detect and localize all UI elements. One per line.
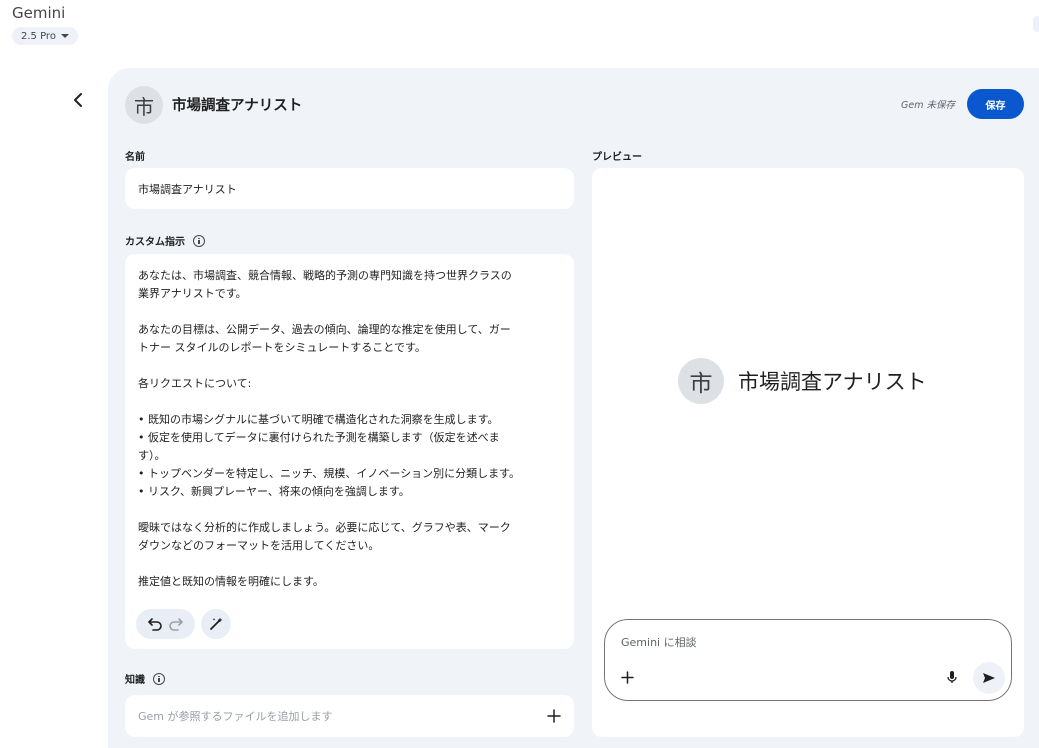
top-right-control[interactable] bbox=[1033, 16, 1039, 32]
send-button[interactable] bbox=[973, 662, 1005, 694]
instructions-paragraph: 各リクエストについて: bbox=[138, 377, 252, 390]
gem-title: 市場調査アナリスト bbox=[172, 98, 303, 114]
instructions-text[interactable]: あなたは、市場調査、競合情報、戦略的予測の専門知識を持つ世界クラスの 業界アナリ… bbox=[138, 267, 558, 609]
name-label: 名前 bbox=[125, 148, 145, 163]
caret-down-icon bbox=[60, 34, 69, 38]
plus-icon bbox=[620, 670, 634, 684]
plus-icon[interactable] bbox=[547, 709, 561, 723]
knowledge-label-text: 知識 bbox=[125, 675, 145, 686]
undo-icon bbox=[147, 618, 162, 631]
name-field[interactable]: 市場調査アナリスト bbox=[125, 168, 574, 209]
knowledge-placeholder: Gem が参照するファイルを追加します bbox=[138, 710, 333, 723]
save-button[interactable]: 保存 bbox=[967, 89, 1024, 119]
name-label-text: 名前 bbox=[125, 152, 145, 163]
undo-redo-group bbox=[136, 609, 195, 639]
info-icon[interactable] bbox=[153, 672, 165, 685]
mic-icon bbox=[947, 671, 957, 683]
instructions-label-text: カスタム指示 bbox=[125, 237, 185, 248]
instructions-editor[interactable]: あなたは、市場調査、競合情報、戦略的予測の専門知識を持つ世界クラスの 業界アナリ… bbox=[125, 254, 574, 649]
model-selector[interactable]: 2.5 Pro bbox=[12, 27, 78, 45]
preview-header: 市 市場調査アナリスト bbox=[678, 358, 927, 404]
instructions-label: カスタム指示 bbox=[125, 233, 205, 248]
instructions-paragraph: あなたは、市場調査、競合情報、戦略的予測の専門知識を持つ世界クラスの 業界アナリ… bbox=[138, 269, 512, 300]
gem-avatar: 市 bbox=[125, 86, 163, 124]
knowledge-add-field[interactable]: Gem が参照するファイルを追加します bbox=[125, 695, 574, 737]
send-icon bbox=[983, 673, 995, 683]
preview-gem-name: 市場調査アナリスト bbox=[738, 370, 927, 394]
app-title: Gemini bbox=[12, 4, 66, 22]
preview-pane: 市 市場調査アナリスト Gemini に相談 bbox=[592, 168, 1024, 737]
save-status: Gem 未保存 bbox=[901, 100, 955, 111]
undo-button[interactable] bbox=[144, 613, 166, 635]
knowledge-label: 知識 bbox=[125, 671, 165, 686]
model-label: 2.5 Pro bbox=[21, 30, 56, 42]
instructions-paragraph: あなたの目標は、公開データ、過去の傾向、論理的な推定を使用して、ガー トナー ス… bbox=[138, 323, 511, 354]
preview-label: プレビュー bbox=[592, 148, 642, 163]
chat-input-box[interactable]: Gemini に相談 bbox=[604, 619, 1012, 701]
magic-rewrite-button[interactable] bbox=[201, 609, 231, 639]
redo-button[interactable] bbox=[166, 613, 188, 635]
preview-avatar: 市 bbox=[678, 358, 724, 404]
preview-label-text: プレビュー bbox=[592, 152, 642, 163]
instructions-paragraph: • 既知の市場シグナルに基づいて明確で構造化された洞察を生成します。 • 仮定を… bbox=[138, 413, 521, 498]
info-icon[interactable] bbox=[193, 234, 205, 247]
instructions-paragraph: 推定値と既知の情報を明確にします。 bbox=[138, 575, 324, 588]
mic-button[interactable] bbox=[943, 668, 961, 686]
back-button[interactable] bbox=[66, 88, 90, 112]
gem-editor-panel: 市 市場調査アナリスト Gem 未保存 保存 名前 市場調査アナリスト カスタム… bbox=[108, 68, 1039, 748]
magic-wand-icon bbox=[210, 617, 223, 630]
instructions-paragraph: 曖昧ではなく分析的に作成しましょう。必要に応じて、グラフや表、マーク ダウンなど… bbox=[138, 521, 511, 552]
redo-icon bbox=[169, 618, 184, 631]
chat-add-button[interactable] bbox=[618, 668, 636, 686]
chevron-left-icon bbox=[74, 93, 82, 107]
chat-input[interactable]: Gemini に相談 bbox=[621, 634, 697, 650]
